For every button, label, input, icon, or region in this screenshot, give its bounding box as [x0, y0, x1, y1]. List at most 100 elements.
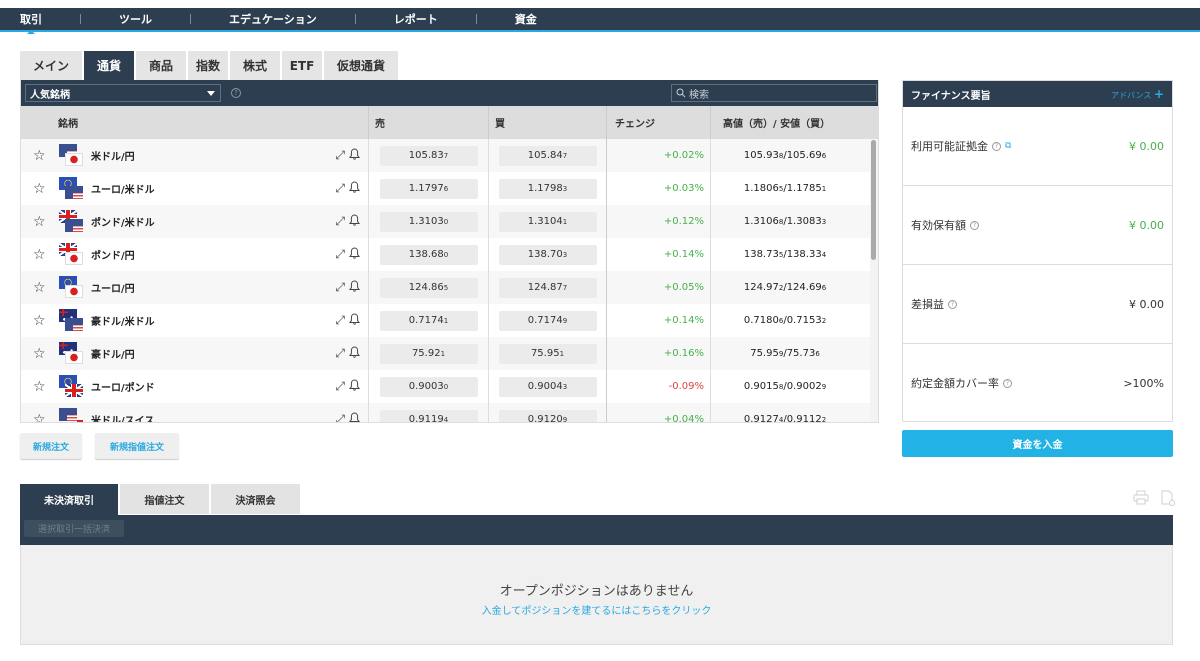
us-flag-icon: [59, 407, 77, 421]
instrument-row[interactable]: ☆ ユーロ/ポンド ⤢ 0.9003 0 0.9004 3 -0.09% 0.901…: [21, 370, 878, 403]
high-low-value: 0.9127 4 / 0.9112 2: [743, 414, 827, 422]
instrument-row[interactable]: ☆ 米ドル/円 ⤢ 105.83 7 105.84 7 +0.02% 105.93 8…: [21, 139, 878, 172]
sell-price-button[interactable]: 124.86 5: [379, 277, 478, 298]
sell-price-button[interactable]: 0.9003 0: [379, 376, 478, 397]
external-link-icon[interactable]: ⧉: [1005, 141, 1011, 151]
star-icon[interactable]: ☆: [33, 280, 47, 296]
sell-price-button[interactable]: 0.7174 1: [379, 310, 478, 331]
star-icon[interactable]: ☆: [33, 181, 47, 197]
buy-price-button[interactable]: 1.3104 1: [498, 211, 597, 232]
buy-price-button[interactable]: 124.87 7: [498, 277, 597, 298]
star-icon[interactable]: ☆: [33, 247, 47, 263]
buy-price-button[interactable]: 0.9004 3: [498, 376, 597, 397]
column-header-buy[interactable]: 買: [489, 106, 607, 139]
bell-icon[interactable]: [349, 412, 360, 422]
bell-icon[interactable]: [349, 247, 360, 262]
instrument-row[interactable]: ☆ 米ドル/スイス ⤢ 0.9119 4 0.9120 9 +0.04% 0.912…: [21, 403, 878, 422]
instrument-row[interactable]: ☆ ユーロ/円 ⤢ 124.86 5 124.87 7 +0.05% 124.97 2…: [21, 271, 878, 304]
buy-price-button[interactable]: 138.70 3: [498, 244, 597, 265]
instrument-row[interactable]: ☆ 豪ドル/円 ⤢ 75.92 1 75.95 1 +0.16% 75.95 9 / …: [21, 337, 878, 370]
nav-tools[interactable]: ツール: [119, 11, 152, 27]
expand-icon[interactable]: ⤢: [335, 280, 345, 295]
expand-icon[interactable]: ⤢: [335, 313, 345, 328]
star-icon[interactable]: ☆: [33, 412, 47, 423]
star-icon[interactable]: ☆: [33, 313, 47, 329]
expand-icon[interactable]: ⤢: [335, 247, 345, 262]
help-icon[interactable]: ?: [231, 88, 241, 98]
instrument-row[interactable]: ☆ ユーロ/米ドル ⤢ 1.1797 6 1.1798 3 +0.03% 1.180…: [21, 172, 878, 205]
advanced-link[interactable]: アドバンス +: [1111, 87, 1164, 101]
sell-price-button[interactable]: 1.1797 6: [379, 178, 478, 199]
buy-price-button[interactable]: 105.84 7: [498, 145, 597, 166]
column-header-name[interactable]: 銘柄: [21, 106, 369, 139]
deposit-button[interactable]: 資金を入金: [902, 430, 1173, 457]
row-actions: ⤢: [335, 313, 360, 328]
expand-icon[interactable]: ⤢: [335, 379, 345, 394]
search-input[interactable]: 検索: [671, 84, 877, 102]
bell-icon[interactable]: [349, 346, 360, 361]
bell-icon[interactable]: [349, 379, 360, 394]
bell-icon[interactable]: [349, 214, 360, 229]
buy-price-button[interactable]: 75.95 1: [498, 343, 597, 364]
pair-flag-icon: [59, 374, 83, 399]
buy-price-button[interactable]: 1.1798 3: [498, 178, 597, 199]
bell-icon[interactable]: [349, 181, 360, 196]
bell-icon[interactable]: [349, 313, 360, 328]
instrument-row[interactable]: ☆ ポンド/米ドル ⤢ 1.3103 0 1.3104 1 +0.12% 1.310…: [21, 205, 878, 238]
bell-icon[interactable]: [349, 280, 360, 295]
deposit-link[interactable]: 入金してポジションを建てるにはこちらをクリック: [482, 602, 712, 617]
new-order-button[interactable]: 新規注文: [20, 433, 82, 459]
expand-icon[interactable]: ⤢: [335, 346, 345, 361]
help-icon[interactable]: ?: [970, 220, 979, 230]
nav-reports[interactable]: レポート: [394, 11, 438, 27]
expand-icon[interactable]: ⤢: [335, 181, 345, 196]
tab-currency[interactable]: 通貨: [84, 51, 134, 80]
tab-open-positions[interactable]: 未決済取引: [20, 484, 118, 515]
nav-education[interactable]: エデュケーション: [229, 11, 317, 27]
tab-commodities[interactable]: 商品: [136, 51, 186, 80]
scrollbar[interactable]: [870, 139, 878, 422]
empty-message: オープンポジションはありません: [499, 584, 694, 599]
star-icon[interactable]: ☆: [33, 214, 47, 230]
sell-price-button[interactable]: 138.68 0: [379, 244, 478, 265]
instrument-row[interactable]: ☆ 豪ドル/米ドル ⤢ 0.7174 1 0.7174 9 +0.14% 0.718…: [21, 304, 878, 337]
scroll-thumb[interactable]: [871, 140, 876, 260]
expand-icon[interactable]: ⤢: [335, 214, 345, 229]
instrument-row[interactable]: ☆ ポンド/円 ⤢ 138.68 0 138.70 3 +0.14% 138.73 5…: [21, 238, 878, 271]
column-header-sell[interactable]: 売: [369, 106, 489, 139]
finance-row-equity: 有効保有額? ¥ 0.00: [903, 186, 1172, 265]
help-icon[interactable]: ?: [1003, 378, 1012, 388]
export-document-icon[interactable]: [1161, 490, 1175, 510]
bulk-close-button[interactable]: 選択取引一括決済: [24, 520, 124, 537]
sell-price-button[interactable]: 1.3103 0: [379, 211, 478, 232]
sell-price-button[interactable]: 75.92 1: [379, 343, 478, 364]
tab-closed-history[interactable]: 決済照会: [211, 484, 300, 514]
filter-select[interactable]: 人気銘柄: [25, 84, 221, 102]
tab-indices[interactable]: 指数: [188, 51, 228, 80]
buy-price-button[interactable]: 0.7174 9: [498, 310, 597, 331]
high-low-value: 1.3106 8 / 1.3083 3: [743, 216, 827, 227]
star-icon[interactable]: ☆: [33, 379, 47, 395]
print-icon[interactable]: [1133, 490, 1149, 510]
nav-trading[interactable]: 取引: [20, 11, 42, 34]
help-icon[interactable]: ?: [948, 299, 957, 309]
tab-etf[interactable]: ETF: [282, 51, 322, 80]
sell-price-button[interactable]: 0.9119 4: [379, 409, 478, 422]
buy-price-button[interactable]: 0.9120 9: [498, 409, 597, 422]
expand-icon[interactable]: ⤢: [335, 148, 345, 163]
help-icon[interactable]: ?: [992, 141, 1001, 151]
column-header-high-low[interactable]: 高値（売）/ 安値（買）: [711, 106, 859, 139]
sell-price-button[interactable]: 105.83 7: [379, 145, 478, 166]
expand-icon[interactable]: ⤢: [335, 412, 345, 422]
tab-main[interactable]: メイン: [20, 51, 82, 80]
tab-stocks[interactable]: 株式: [230, 51, 280, 80]
new-limit-order-button[interactable]: 新規指値注文: [95, 433, 179, 459]
bell-icon[interactable]: [349, 148, 360, 163]
tab-crypto[interactable]: 仮想通貨: [324, 51, 398, 80]
finance-value: ¥ 0.00: [1129, 139, 1164, 153]
nav-funds[interactable]: 資金: [515, 11, 537, 27]
star-icon[interactable]: ☆: [33, 346, 47, 362]
column-header-change[interactable]: チェンジ: [607, 106, 711, 139]
tab-limit-orders[interactable]: 指値注文: [120, 484, 209, 514]
star-icon[interactable]: ☆: [33, 148, 47, 164]
